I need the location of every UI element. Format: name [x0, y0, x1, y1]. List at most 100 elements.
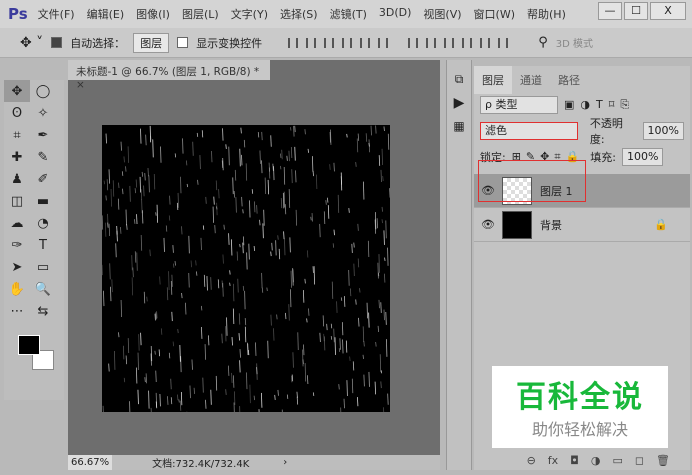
new-layer-icon[interactable]: ◻ [635, 454, 644, 467]
menu-item[interactable]: 3D(D) [379, 6, 412, 22]
tool-icon[interactable]: ☁ [4, 212, 30, 234]
rain-streak [155, 370, 157, 383]
tool-icon[interactable]: ♟ [4, 168, 30, 190]
filter-kind-icons[interactable]: ▣◑T⌑⎘ [564, 98, 635, 112]
adjustment-icon[interactable]: ◑ [591, 454, 601, 467]
menu-item[interactable]: 编辑(E) [87, 6, 125, 22]
tool-icon[interactable]: ▬ [30, 190, 56, 212]
3d-mode-label[interactable]: 3D 模式 [556, 35, 593, 50]
rain-streak [107, 222, 109, 228]
rain-streak [311, 213, 313, 222]
rain-streak [238, 333, 240, 341]
align-icon[interactable] [378, 37, 389, 48]
tool-icon[interactable]: ✒ [30, 124, 56, 146]
foreground-color-swatch[interactable] [18, 335, 40, 355]
document-tab[interactable]: 未标题-1 @ 66.7% (图层 1, RGB/8) * × [68, 60, 270, 91]
tool-icon[interactable]: ✑ [4, 234, 30, 256]
layer-row-background[interactable]: 👁 背景 🔒 [474, 208, 690, 242]
menu-item[interactable]: 图像(I) [136, 6, 170, 22]
link-icon[interactable]: ⊖ [527, 454, 536, 467]
menu-item[interactable]: 文字(Y) [231, 6, 268, 22]
maximize-button[interactable]: ☐ [624, 2, 648, 20]
align-icon[interactable] [462, 37, 473, 48]
properties-icon[interactable]: ▦ [447, 119, 471, 133]
move-tool-icon[interactable]: ✥ ˅ [20, 35, 43, 51]
history-icon[interactable]: ⧉ [447, 72, 471, 87]
align-icon[interactable] [408, 37, 419, 48]
zoom-level[interactable]: 66.67% [68, 455, 113, 470]
tool-icon[interactable]: ➤ [4, 256, 30, 278]
status-arrow[interactable]: › [283, 457, 287, 468]
align-icon[interactable] [444, 37, 455, 48]
rain-streak [132, 267, 134, 278]
tool-icon[interactable]: 🔍 [30, 278, 56, 300]
rain-streak [295, 209, 298, 226]
tool-icon[interactable]: ⋯ [4, 300, 30, 322]
rain-streak [246, 252, 248, 270]
tool-icon[interactable]: ✚ [4, 146, 30, 168]
auto-select-checkbox[interactable] [51, 37, 63, 48]
opacity-input[interactable]: 100% [642, 122, 684, 140]
menu-item[interactable]: 窗口(W) [474, 6, 515, 22]
search-icon[interactable]: ⚲ [538, 35, 548, 50]
rain-streak [375, 125, 377, 134]
trash-icon[interactable]: 🗑 [656, 454, 670, 467]
minimize-button[interactable]: — [598, 2, 622, 20]
menu-item[interactable]: 帮助(H) [527, 6, 566, 22]
tool-icon[interactable]: ✐ [30, 168, 56, 190]
rain-streak [343, 398, 345, 409]
align-icon[interactable] [342, 37, 353, 48]
rain-streak [159, 276, 161, 285]
tool-icon[interactable]: ◔ [30, 212, 56, 234]
rain-streak [351, 378, 354, 394]
mask-icon[interactable]: ◘ [570, 454, 579, 467]
show-transform-checkbox[interactable] [177, 37, 189, 48]
tool-icon[interactable]: ◫ [4, 190, 30, 212]
align-icon[interactable] [426, 37, 437, 48]
align-icon[interactable] [288, 37, 299, 48]
filter-type-dropdown[interactable]: ρ 类型 [480, 96, 558, 114]
rain-streak [112, 180, 115, 197]
rain-streak [288, 150, 290, 162]
align-icon[interactable] [498, 37, 509, 48]
fx-icon[interactable]: fx [548, 454, 558, 467]
align-icon[interactable] [360, 37, 371, 48]
blend-mode-dropdown[interactable]: 滤色 [480, 122, 578, 140]
tool-icon[interactable]: ⇆ [30, 300, 56, 322]
tool-icon[interactable]: ✧ [30, 102, 56, 124]
rain-streak [333, 162, 335, 172]
tool-icon[interactable]: ✥ [4, 80, 30, 102]
close-button[interactable]: X [650, 2, 686, 20]
align-icon[interactable] [480, 37, 491, 48]
tool-icon[interactable]: ✋ [4, 278, 30, 300]
visibility-eye-icon[interactable]: 👁 [474, 218, 502, 231]
fill-input[interactable]: 100% [621, 148, 664, 166]
rain-streak [273, 328, 275, 341]
rain-streak [231, 337, 233, 346]
rain-streak [313, 266, 315, 285]
tool-icon[interactable]: ⌗ [4, 124, 30, 146]
panel-tab[interactable]: 图层 [474, 66, 512, 94]
tool-icon[interactable]: ◯ [30, 80, 56, 102]
menu-item[interactable]: 图层(L) [182, 6, 219, 22]
menu-item[interactable]: 选择(S) [280, 6, 318, 22]
menu-item[interactable]: 滤镜(T) [330, 6, 367, 22]
tool-icon[interactable]: ✎ [30, 146, 56, 168]
rain-streak [195, 260, 197, 266]
rain-streak [262, 223, 264, 239]
auto-select-dropdown[interactable]: 图层 [133, 32, 170, 53]
menu-item[interactable]: 视图(V) [423, 6, 461, 22]
align-icon[interactable] [324, 37, 335, 48]
rain-streak [205, 399, 207, 409]
panel-tab[interactable]: 通道 [512, 66, 550, 94]
tool-icon[interactable]: T [30, 234, 56, 256]
tool-icon[interactable]: ʘ [4, 102, 30, 124]
tool-icon[interactable]: ▭ [30, 256, 56, 278]
menu-item[interactable]: 文件(F) [38, 6, 75, 22]
canvas[interactable] [102, 125, 390, 412]
actions-play-icon[interactable]: ▶ [447, 95, 471, 111]
close-tab-icon[interactable]: × [76, 79, 85, 91]
align-icon[interactable] [306, 37, 317, 48]
panel-tab[interactable]: 路径 [550, 66, 588, 94]
folder-icon[interactable]: ▭ [612, 454, 622, 467]
